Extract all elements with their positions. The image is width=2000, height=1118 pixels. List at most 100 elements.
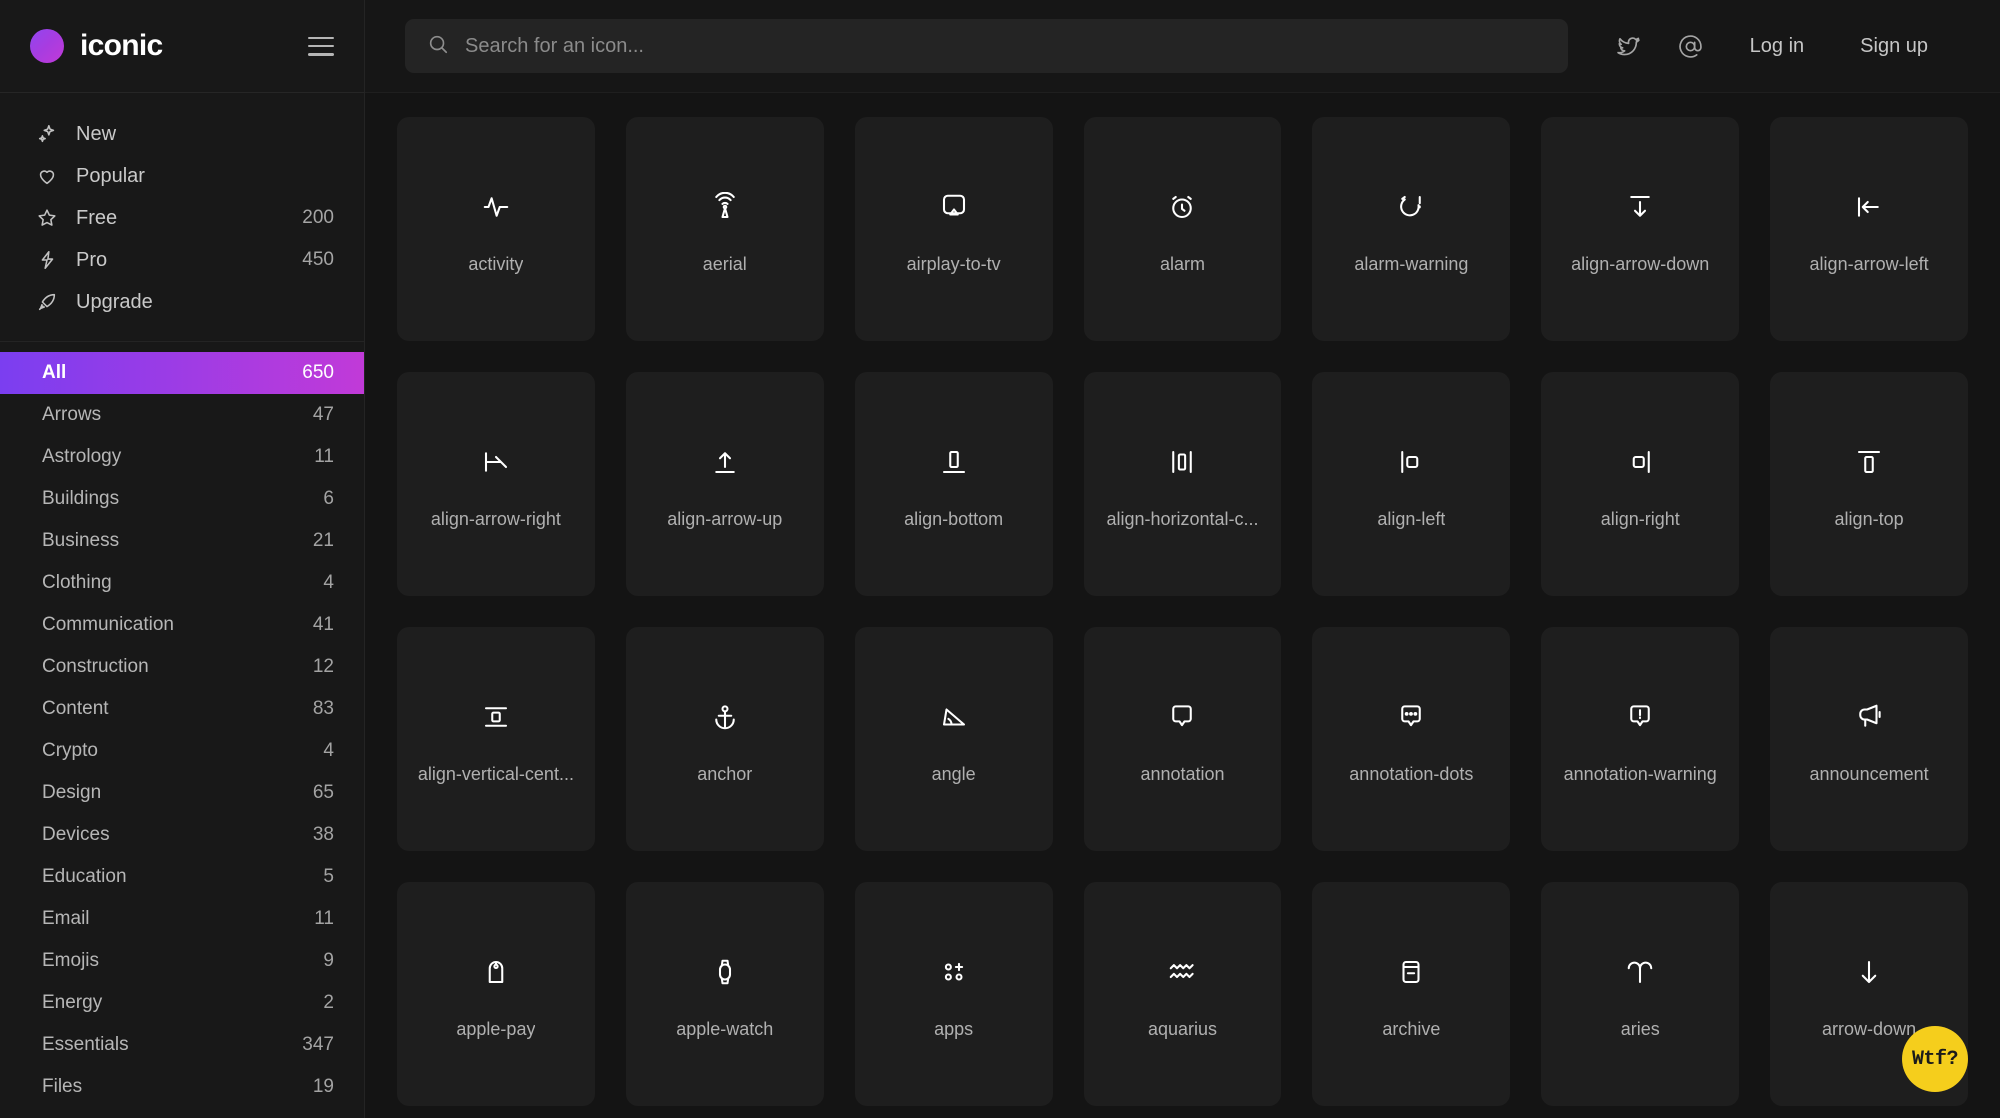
icon-card-label: alarm-warning bbox=[1354, 253, 1469, 274]
icon-card-label: aries bbox=[1620, 1018, 1660, 1039]
search-icon bbox=[427, 33, 449, 60]
icon-card[interactable]: alarm-warning bbox=[1312, 117, 1511, 341]
icon-card-label: apple-watch bbox=[676, 1018, 774, 1039]
sidebar-category-essentials[interactable]: Essentials 347 bbox=[0, 1024, 364, 1066]
sidebar-item-label: New bbox=[76, 122, 117, 145]
sidebar-category-clothing[interactable]: Clothing 4 bbox=[0, 562, 364, 604]
category-label: Email bbox=[42, 908, 90, 929]
brand-name: iconic bbox=[80, 29, 163, 62]
category-count: 83 bbox=[312, 698, 334, 719]
icon-card[interactable]: align-arrow-right bbox=[397, 372, 595, 596]
sidebar-item-free[interactable]: Free 200 bbox=[0, 197, 364, 239]
category-count: 11 bbox=[314, 446, 334, 467]
search-box[interactable] bbox=[405, 19, 1568, 73]
sidebar-category-emojis[interactable]: Emojis 9 bbox=[0, 940, 364, 982]
sidebar-category-devices[interactable]: Devices 38 bbox=[0, 814, 364, 856]
hamburger-icon[interactable] bbox=[308, 36, 334, 56]
sidebar-category-buildings[interactable]: Buildings 6 bbox=[0, 478, 364, 520]
align-top-icon bbox=[1854, 439, 1884, 485]
icon-card-label: archive bbox=[1382, 1018, 1441, 1039]
icon-grid: activity aerial airplay-to-tv alarm alarm-wa… bbox=[397, 117, 1968, 1118]
sidebar-item-popular[interactable]: Popular bbox=[0, 155, 364, 197]
sidebar-category-astrology[interactable]: Astrology 11 bbox=[0, 436, 364, 478]
sidebar-item-pro[interactable]: Pro 450 bbox=[0, 239, 364, 281]
icon-card-label: align-vertical-cent... bbox=[417, 763, 574, 784]
icon-card[interactable]: announcement bbox=[1770, 627, 1968, 851]
sidebar-item-new[interactable]: New bbox=[0, 113, 364, 155]
icon-card-label: align-right bbox=[1600, 508, 1680, 529]
icon-card[interactable]: aquarius bbox=[1083, 882, 1282, 1106]
sidebar-nav-top: New Popular Free 200 Pro 450 Upgrade bbox=[0, 93, 364, 342]
icon-card[interactable]: archive bbox=[1312, 882, 1511, 1106]
align-bottom-icon bbox=[939, 439, 969, 485]
icon-card[interactable]: align-arrow-left bbox=[1770, 117, 1968, 341]
sidebar-category-education[interactable]: Education 5 bbox=[0, 856, 364, 898]
icon-card[interactable]: align-top bbox=[1770, 372, 1968, 596]
login-button[interactable]: Log in bbox=[1722, 35, 1833, 58]
icon-card[interactable]: activity bbox=[397, 117, 595, 341]
category-label: Construction bbox=[42, 656, 149, 677]
sparkles-icon bbox=[36, 123, 62, 145]
category-label: Communication bbox=[42, 614, 174, 635]
sidebar-category-content[interactable]: Content 83 bbox=[0, 688, 364, 730]
alarm-warning-icon bbox=[1396, 184, 1426, 230]
icon-card-label: airplay-to-tv bbox=[906, 253, 1001, 274]
sidebar-category-business[interactable]: Business 21 bbox=[0, 520, 364, 562]
hamburger-bar bbox=[308, 44, 334, 48]
annotation-icon bbox=[1167, 694, 1197, 740]
sidebar-category-construction[interactable]: Construction 12 bbox=[0, 646, 364, 688]
aerial-antenna-icon bbox=[710, 184, 740, 230]
sidebar-category-energy[interactable]: Energy 2 bbox=[0, 982, 364, 1024]
alarm-clock-icon bbox=[1167, 184, 1197, 230]
hamburger-bar bbox=[308, 53, 334, 56]
icon-card[interactable]: align-left bbox=[1312, 372, 1511, 596]
category-count: 347 bbox=[302, 1034, 334, 1055]
icon-card-label: annotation bbox=[1140, 763, 1225, 784]
anchor-icon bbox=[710, 694, 740, 740]
signup-button[interactable]: Sign up bbox=[1832, 35, 1956, 58]
icon-card-label: align-top bbox=[1834, 508, 1904, 529]
icon-card[interactable]: align-arrow-down bbox=[1541, 117, 1740, 341]
sidebar-category-arrows[interactable]: Arrows 47 bbox=[0, 394, 364, 436]
category-count: 38 bbox=[312, 824, 334, 845]
icon-card[interactable]: alarm bbox=[1083, 117, 1282, 341]
icon-card[interactable]: align-vertical-cent... bbox=[397, 627, 595, 851]
sidebar-category-files[interactable]: Files 19 bbox=[0, 1066, 364, 1108]
wtf-label: Wtf? bbox=[1911, 1047, 1959, 1071]
icon-card[interactable]: align-horizontal-c... bbox=[1083, 372, 1282, 596]
icon-card[interactable]: anchor bbox=[625, 627, 824, 851]
rocket-icon bbox=[36, 291, 62, 313]
sidebar-item-upgrade[interactable]: Upgrade bbox=[0, 281, 364, 323]
search-input[interactable] bbox=[465, 34, 1546, 58]
icon-card[interactable]: angle bbox=[854, 627, 1053, 851]
iconic-logo-icon[interactable] bbox=[30, 29, 64, 63]
icon-card[interactable]: airplay-to-tv bbox=[854, 117, 1053, 341]
icon-card[interactable]: annotation-warning bbox=[1541, 627, 1740, 851]
category-label: Astrology bbox=[42, 446, 122, 467]
sidebar-category-email[interactable]: Email 11 bbox=[0, 898, 364, 940]
icon-card[interactable]: apps bbox=[854, 882, 1053, 1106]
twitter-icon[interactable] bbox=[1598, 19, 1660, 73]
wtf-feedback-button[interactable]: Wtf? bbox=[1902, 1026, 1968, 1092]
icon-card[interactable]: annotation bbox=[1083, 627, 1282, 851]
category-label: Business bbox=[42, 530, 120, 551]
align-arrow-down-icon bbox=[1625, 184, 1655, 230]
icon-card[interactable]: aerial bbox=[625, 117, 824, 341]
icon-card[interactable]: align-arrow-up bbox=[625, 372, 824, 596]
at-sign-icon[interactable] bbox=[1660, 19, 1722, 73]
apps-add-icon bbox=[939, 949, 969, 995]
icon-card[interactable]: annotation-dots bbox=[1312, 627, 1511, 851]
icon-card[interactable]: aries bbox=[1541, 882, 1740, 1106]
sidebar-category-crypto[interactable]: Crypto 4 bbox=[0, 730, 364, 772]
sidebar-category-all[interactable]: All 650 bbox=[0, 352, 364, 394]
icon-card-label: aerial bbox=[702, 253, 747, 274]
icon-card[interactable]: apple-pay bbox=[397, 882, 595, 1106]
icon-card[interactable]: align-right bbox=[1541, 372, 1740, 596]
icon-card[interactable]: align-bottom bbox=[854, 372, 1053, 596]
icon-card-label: annotation-warning bbox=[1563, 763, 1717, 784]
category-label: Clothing bbox=[42, 572, 112, 593]
brand-row: iconic bbox=[0, 0, 364, 93]
icon-card[interactable]: apple-watch bbox=[625, 882, 824, 1106]
sidebar-category-design[interactable]: Design 65 bbox=[0, 772, 364, 814]
sidebar-category-communication[interactable]: Communication 41 bbox=[0, 604, 364, 646]
